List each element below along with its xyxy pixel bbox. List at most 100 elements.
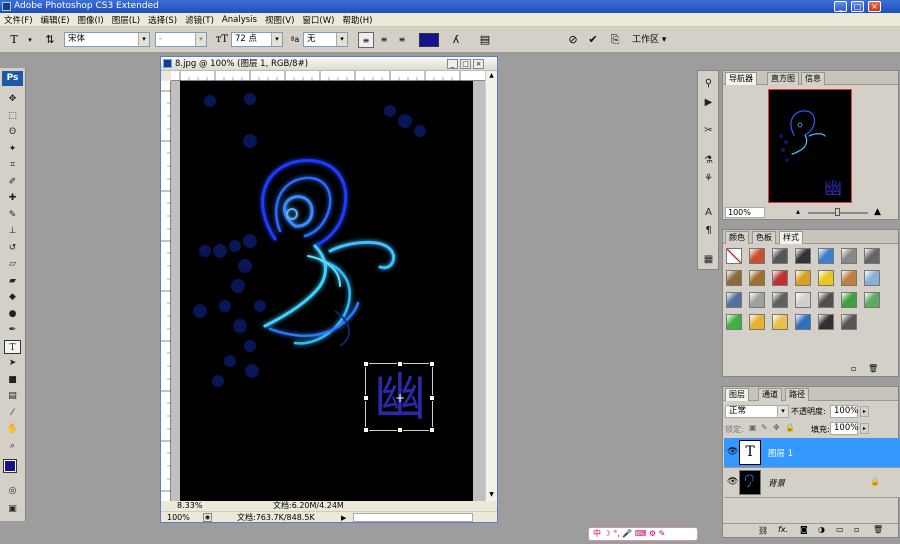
commit-edit-icon[interactable]: ✔ [585,32,601,48]
marquee-tool-icon[interactable]: ⬚ [4,109,21,123]
style-swatch[interactable] [795,314,811,330]
history-icon[interactable]: ⚘ [701,171,716,186]
tab-channels[interactable]: 通道 [758,388,782,401]
visibility-eye-icon[interactable]: 👁 [727,447,738,457]
zoom-readout[interactable]: 100% [167,512,190,523]
style-swatch[interactable] [818,314,834,330]
layer-name[interactable]: 背景 [768,477,785,489]
delete-style-icon[interactable]: 🗑 [868,364,878,373]
menu-item[interactable]: Analysis [218,15,261,25]
doc-close-button[interactable]: × [473,59,484,69]
eyedropper-tool-icon[interactable]: ⁄ [4,406,21,420]
status-menu-arrow-icon[interactable]: ▶ [341,513,346,524]
adjustment-layer-icon[interactable]: ◑ [818,525,825,534]
hand-tool-icon[interactable]: ✋ [4,422,21,436]
ime-toolbar[interactable]: 中 ☽ °, 🎤 ⌨ ⚙ ✎ [588,527,698,541]
close-button[interactable]: × [868,1,881,12]
new-style-icon[interactable]: ▫ [851,364,856,373]
style-swatch[interactable] [841,314,857,330]
visibility-eye-icon[interactable]: 👁 [727,477,738,487]
doc-maximize-button[interactable]: □ [460,59,471,69]
align-left-icon[interactable]: ≡ [358,32,374,48]
paragraph-icon[interactable]: ¶ [701,223,716,238]
preset-dropdown-icon[interactable]: ▾ [22,32,38,48]
tab-layers[interactable]: 图层 [725,388,749,401]
lock-pixels-icon[interactable]: ✎ [761,423,768,432]
zoom-tool-icon[interactable]: ⌕ [4,439,21,453]
tab-histogram[interactable]: 直方图 [767,72,799,85]
style-swatch[interactable] [841,270,857,286]
new-layer-icon[interactable]: ▫ [854,525,859,534]
style-swatch[interactable] [772,314,788,330]
tab-swatches[interactable]: 色板 [752,231,776,244]
transform-bounding-box[interactable]: 幽 + [363,361,435,433]
menu-item[interactable]: 选择(S) [144,14,181,26]
healing-tool-icon[interactable]: ✚ [4,191,21,205]
scroll-down-icon[interactable]: ▼ [487,491,496,500]
font-style-select[interactable]: - ▾ [155,32,207,47]
layer-name[interactable]: 图层 1 [768,447,793,459]
lock-all-icon[interactable]: 🔒 [785,423,795,432]
style-swatch[interactable] [749,248,765,264]
style-swatch[interactable] [726,314,742,330]
cancel-edit-icon[interactable]: ⊘ [565,32,581,48]
navigator-preview[interactable]: 幽 [768,89,852,203]
style-swatch[interactable] [841,292,857,308]
tool-presets-icon[interactable]: ▶ [701,95,716,110]
type-tool-preset-icon[interactable]: T [6,32,22,48]
warp-text-icon[interactable]: ʎ [448,32,464,48]
lock-transparent-icon[interactable]: ▣ [749,423,757,432]
blend-mode-select[interactable]: 正常 ▾ [725,405,789,418]
menu-item[interactable]: 帮助(H) [338,14,376,26]
zoom-readout[interactable]: 8.33% [177,501,202,511]
lock-position-icon[interactable]: ✥ [773,423,780,432]
style-swatch[interactable] [726,292,742,308]
style-swatch[interactable] [841,248,857,264]
screen-mode-icon[interactable]: ▣ [4,502,21,516]
tab-navigator[interactable]: 导航器 [725,72,757,85]
style-swatch[interactable] [749,292,765,308]
minimize-button[interactable]: _ [834,1,847,12]
quick-mask-icon[interactable]: ◎ [4,484,21,498]
path-select-tool-icon[interactable]: ➤ [4,356,21,370]
menu-item[interactable]: 窗口(W) [298,14,338,26]
doc-minimize-button[interactable]: _ [447,59,458,69]
stamp-tool-icon[interactable]: ⊥ [4,224,21,238]
style-swatch[interactable] [818,270,834,286]
shape-tool-icon[interactable]: ■ [4,373,21,387]
maximize-button[interactable]: □ [851,1,864,12]
new-group-icon[interactable]: ▭ [836,525,844,534]
text-orientation-icon[interactable]: ⇅ [42,32,58,48]
style-swatch[interactable] [749,270,765,286]
pen-tool-icon[interactable]: ✒ [4,323,21,337]
style-swatch[interactable] [795,270,811,286]
gradient-tool-icon[interactable]: ▰ [4,274,21,288]
align-center-icon[interactable]: ≡ [376,32,392,48]
workspace-button[interactable]: 工作区 ▾ [632,33,677,47]
style-swatch[interactable] [795,292,811,308]
font-family-select[interactable]: 宋体 ▾ [64,32,150,47]
magic-wand-tool-icon[interactable]: ✦ [4,142,21,156]
link-layers-icon[interactable]: ⛓ [758,526,768,535]
style-swatch[interactable] [818,292,834,308]
layer-style-icon[interactable]: fx. [778,525,788,534]
fill-field[interactable]: 100% [830,422,858,435]
style-swatch[interactable] [864,248,880,264]
layer-row-background[interactable]: 👁 背景 🔒 [724,468,900,498]
menu-item[interactable]: 图层(L) [108,14,144,26]
fill-slider-button[interactable]: ▸ [860,423,869,434]
menu-item[interactable]: 滤镜(T) [181,14,218,26]
eraser-tool-icon[interactable]: ▱ [4,257,21,271]
menu-item[interactable]: 文件(F) [0,14,37,26]
style-swatch[interactable] [749,314,765,330]
align-right-icon[interactable]: ≡ [394,32,410,48]
antialias-select[interactable]: 无 ▾ [303,32,348,47]
notes-tool-icon[interactable]: ▤ [4,389,21,403]
zoom-out-icon[interactable]: ▴ [796,207,800,216]
horizontal-scrollbar[interactable] [353,513,473,522]
style-swatch[interactable] [726,248,742,264]
crop-tool-icon[interactable]: ⌗ [4,158,21,172]
blur-tool-icon[interactable]: ◆ [4,290,21,304]
tab-styles[interactable]: 样式 [779,231,803,244]
history-brush-tool-icon[interactable]: ↺ [4,241,21,255]
